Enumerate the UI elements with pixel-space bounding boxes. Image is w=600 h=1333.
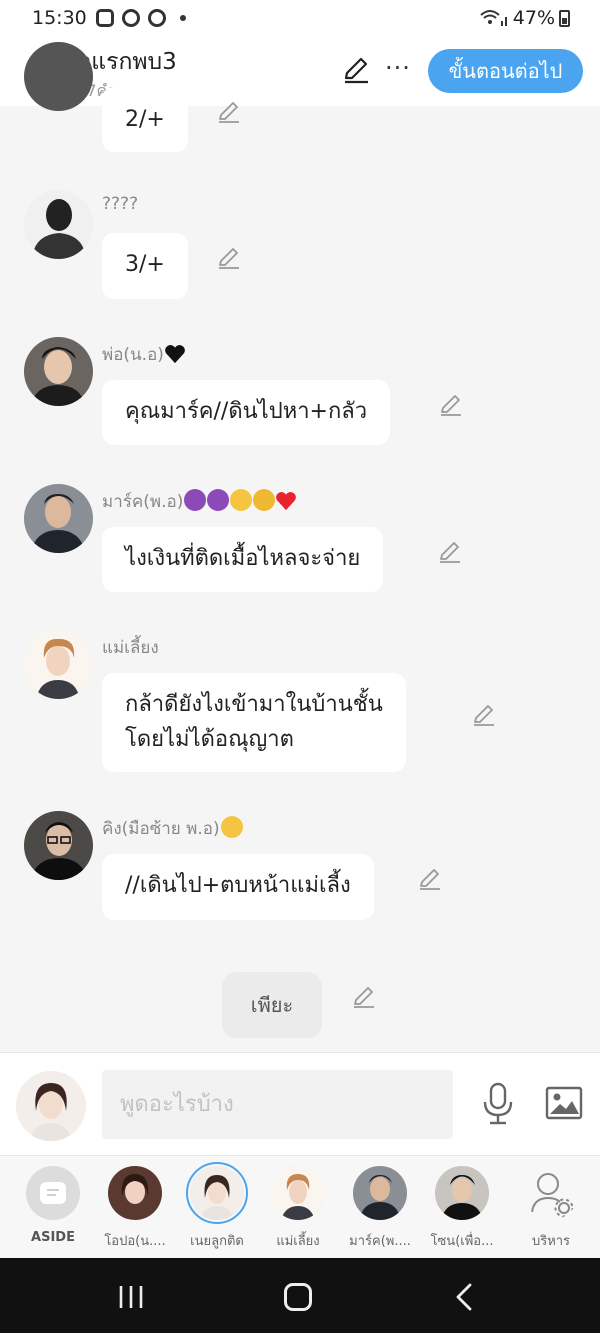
edit-message-icon[interactable] bbox=[472, 703, 496, 727]
avatar-stepmother[interactable] bbox=[24, 630, 93, 699]
image-icon[interactable] bbox=[545, 1086, 583, 1120]
avatar-mark[interactable] bbox=[24, 484, 93, 553]
avatar bbox=[271, 1166, 325, 1220]
smiling-devil-icon bbox=[184, 489, 207, 511]
character-zone[interactable]: โซน(เพื่อ... bbox=[422, 1166, 502, 1251]
smiling-with-hearts-icon bbox=[230, 489, 253, 511]
status-bar: 15:30 47% bbox=[0, 0, 600, 36]
message-bubble[interactable]: 2/+ bbox=[102, 87, 188, 152]
edit-message-icon[interactable] bbox=[418, 867, 442, 891]
character-label: ASIDE bbox=[31, 1230, 75, 1245]
message-bubble[interactable]: คุณมาร์ค//ดินไปหา+กลัว bbox=[102, 380, 391, 445]
system-navigation-bar bbox=[0, 1258, 600, 1333]
more-options-icon[interactable]: ··· bbox=[385, 56, 411, 80]
battery-icon bbox=[559, 9, 570, 27]
avatar-king[interactable] bbox=[24, 811, 93, 880]
message-input[interactable] bbox=[102, 1070, 453, 1139]
character-name: พ่อ(น.อ) bbox=[102, 341, 186, 368]
avatar[interactable] bbox=[24, 42, 93, 111]
character-label: มาร์ค(พ.... bbox=[349, 1234, 411, 1249]
avatar-father[interactable] bbox=[24, 337, 93, 406]
character-name: ???? bbox=[102, 194, 139, 214]
wifi-signal-icon bbox=[480, 10, 507, 26]
avatar bbox=[353, 1166, 407, 1220]
character-stepmother[interactable]: แม่เลี้ยง bbox=[258, 1166, 338, 1251]
chrome-icon bbox=[148, 9, 166, 27]
status-time: 15:30 bbox=[32, 7, 87, 29]
character-label: โอปอ(น.... bbox=[104, 1234, 166, 1249]
character-label: โซน(เพื่อ... bbox=[430, 1234, 494, 1249]
manage-characters-button[interactable]: บริหาร bbox=[511, 1166, 591, 1251]
message-bubble[interactable]: ไงเงินที่ติดเมื้อไหลจะจ่าย bbox=[102, 527, 384, 592]
message-bubble[interactable]: กล้าดียังไงเข้ามาในบ้านชั้น โดยไม่ได้อณุ… bbox=[102, 673, 406, 772]
next-step-button[interactable]: ขั้นตอนต่อไป bbox=[428, 49, 583, 93]
edit-message-icon[interactable] bbox=[438, 540, 462, 564]
character-label: บริหาร bbox=[531, 1234, 571, 1249]
avatar bbox=[186, 1162, 248, 1224]
message-bubble[interactable]: 3/+ bbox=[102, 233, 188, 299]
aside-message-bubble[interactable]: เพียะ bbox=[222, 972, 322, 1038]
edit-message-icon[interactable] bbox=[352, 985, 376, 1009]
avatar bbox=[108, 1166, 162, 1220]
recent-apps-icon[interactable] bbox=[118, 1285, 144, 1309]
character-label: เนยลูกติด bbox=[190, 1234, 244, 1249]
current-character-avatar[interactable] bbox=[16, 1071, 86, 1141]
character-name: มาร์ค(พ.อ) bbox=[102, 488, 297, 515]
status-right: 47% bbox=[479, 7, 570, 29]
character-noey[interactable]: เนยลูกติด bbox=[177, 1162, 257, 1251]
edit-message-icon[interactable] bbox=[439, 393, 463, 417]
sunglasses-face-icon bbox=[220, 816, 243, 838]
character-name: แม่เลี้ยง bbox=[102, 638, 159, 658]
character-opor[interactable]: โอปอ(น.... bbox=[95, 1166, 175, 1251]
system-back-icon[interactable] bbox=[454, 1282, 474, 1312]
aside-icon bbox=[26, 1166, 80, 1220]
avatar-silhouette[interactable] bbox=[24, 190, 93, 259]
avatar bbox=[435, 1166, 489, 1220]
message-bubble[interactable]: //เดินไป+ตบหน้าแม่เลี้ง bbox=[102, 854, 374, 920]
character-aside[interactable]: ASIDE bbox=[13, 1166, 93, 1245]
message-composer bbox=[0, 1052, 600, 1155]
red-heart-icon bbox=[276, 492, 297, 511]
more-notifications-dot bbox=[180, 15, 186, 21]
edit-pencil-icon[interactable] bbox=[342, 56, 370, 84]
edit-message-icon[interactable] bbox=[217, 100, 241, 124]
home-icon[interactable] bbox=[284, 1283, 312, 1311]
character-mark[interactable]: มาร์ค(พ.... bbox=[340, 1166, 420, 1251]
character-name: คิง(มือซ้าย พ.อ) bbox=[102, 815, 243, 842]
character-selector: ASIDE โอปอ(น.... เนยลูกติด แม่เลี้ยง มาร… bbox=[0, 1155, 600, 1258]
edit-message-icon[interactable] bbox=[217, 246, 241, 270]
black-heart-icon bbox=[165, 345, 185, 364]
screen-record-icon bbox=[96, 9, 114, 27]
battery-percent: 47% bbox=[512, 7, 555, 29]
microphone-icon[interactable] bbox=[480, 1082, 516, 1126]
smiling-devil-icon bbox=[207, 489, 230, 511]
heart-eyes-icon bbox=[253, 489, 276, 511]
character-label: แม่เลี้ยง bbox=[276, 1234, 320, 1249]
chrome-icon bbox=[122, 9, 140, 27]
manage-characters-icon bbox=[524, 1166, 578, 1220]
